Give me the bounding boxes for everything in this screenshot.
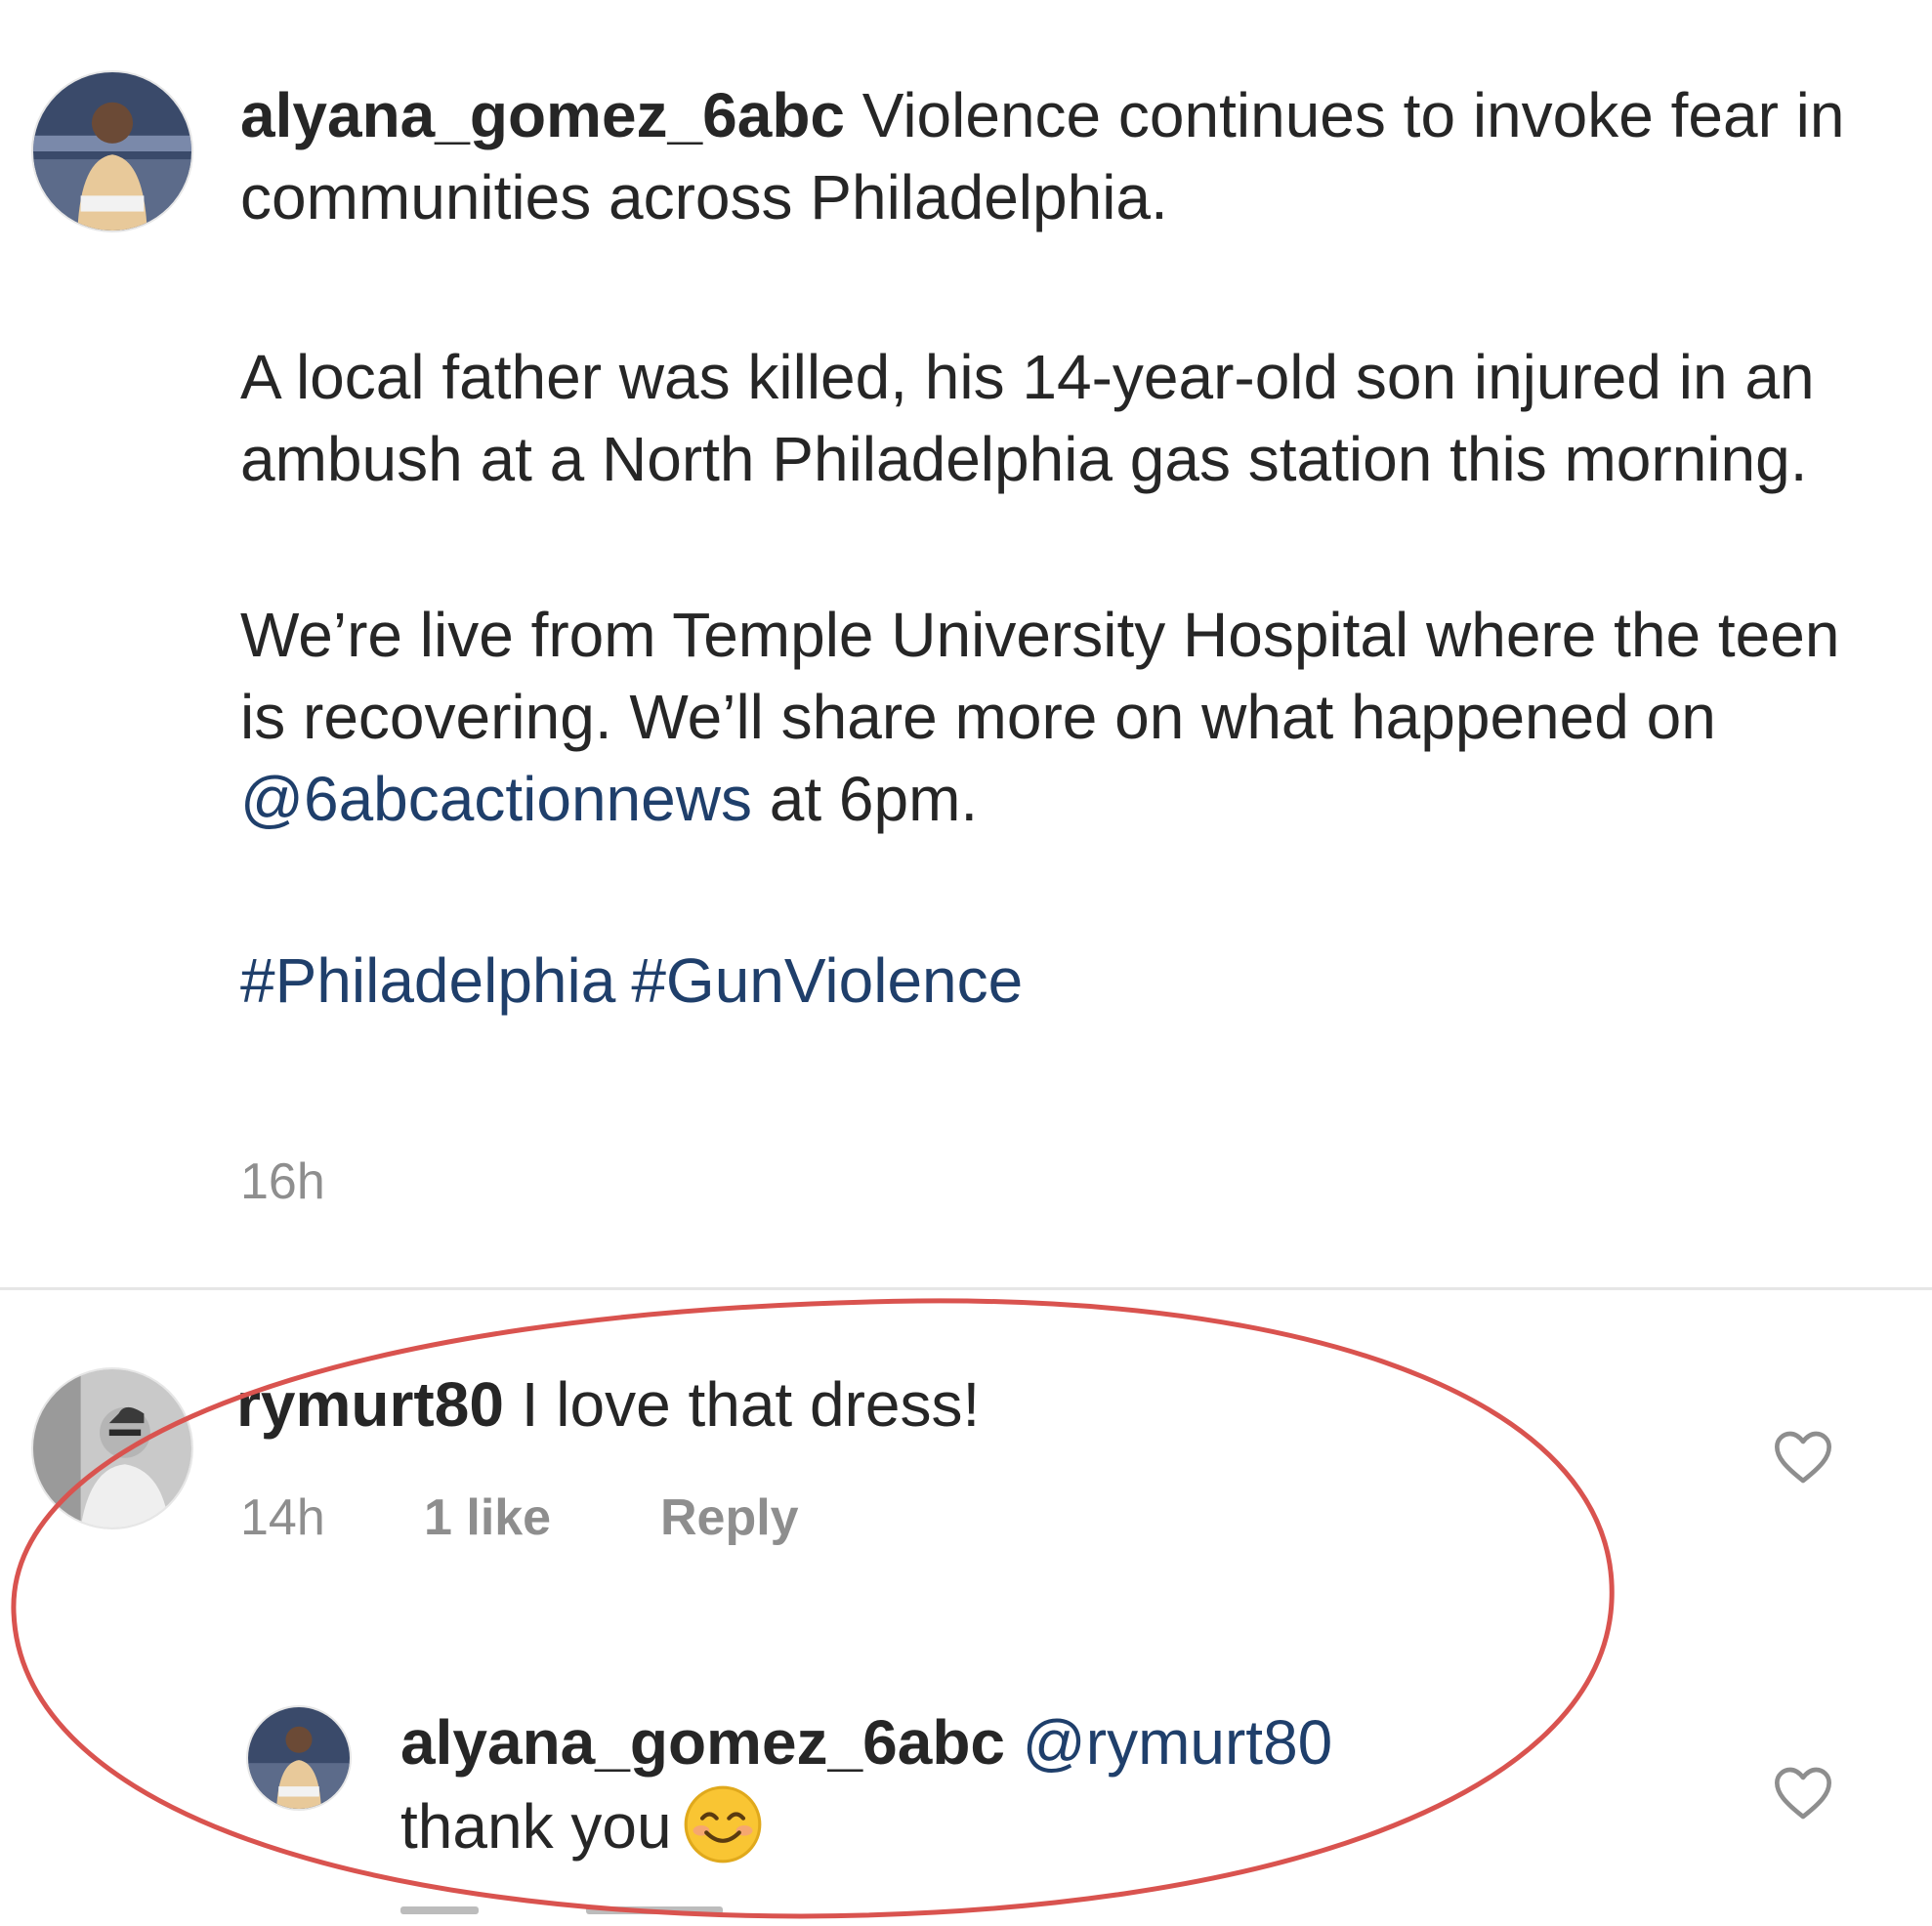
caption-paragraph-3-end: at 6pm. (751, 764, 979, 834)
reply-author-avatar[interactable] (248, 1707, 350, 1809)
comment-like-count[interactable]: 1 like (424, 1488, 551, 1547)
reply-like-heart-icon[interactable] (1772, 1764, 1834, 1822)
comment-reply-button[interactable]: Reply (660, 1488, 799, 1547)
comment-text: I love that dress! (503, 1369, 981, 1440)
section-divider (0, 1287, 1932, 1290)
comment-like-heart-icon[interactable] (1772, 1428, 1834, 1486)
post-author-avatar[interactable] (33, 72, 191, 230)
comment-author-username[interactable]: rymurt80 (236, 1369, 504, 1440)
caption-mention-link[interactable]: @6abcactionnews (240, 764, 752, 834)
post-caption: alyana_gomez_6abc Violence continues to … (240, 74, 1881, 1022)
comment-timestamp: 14h (240, 1489, 325, 1546)
post-author-username[interactable]: alyana_gomez_6abc (240, 80, 845, 150)
comment-body: rymurt80 I love that dress! (236, 1363, 980, 1445)
post-timestamp: 16h (240, 1153, 325, 1210)
reply-text: thank you (400, 1791, 672, 1862)
caption-paragraph-2: A local father was killed, his 14-year-o… (240, 342, 1815, 494)
reply-mention-link[interactable]: @rymurt80 (1023, 1707, 1332, 1778)
caption-paragraph-3-text: We’re live from Temple University Hospit… (240, 600, 1840, 752)
hashtag-gunviolence[interactable]: #GunViolence (631, 945, 1023, 1016)
smiling-face-emoji-icon (682, 1783, 764, 1865)
reply-body: alyana_gomez_6abc @rymurt80 thank you (400, 1701, 1670, 1867)
reply-author-username[interactable]: alyana_gomez_6abc (400, 1707, 1005, 1778)
comment-author-avatar[interactable] (33, 1369, 191, 1528)
hashtag-philadelphia[interactable]: #Philadelphia (240, 945, 615, 1016)
reply-meta-row-cutoff (400, 1906, 791, 1926)
